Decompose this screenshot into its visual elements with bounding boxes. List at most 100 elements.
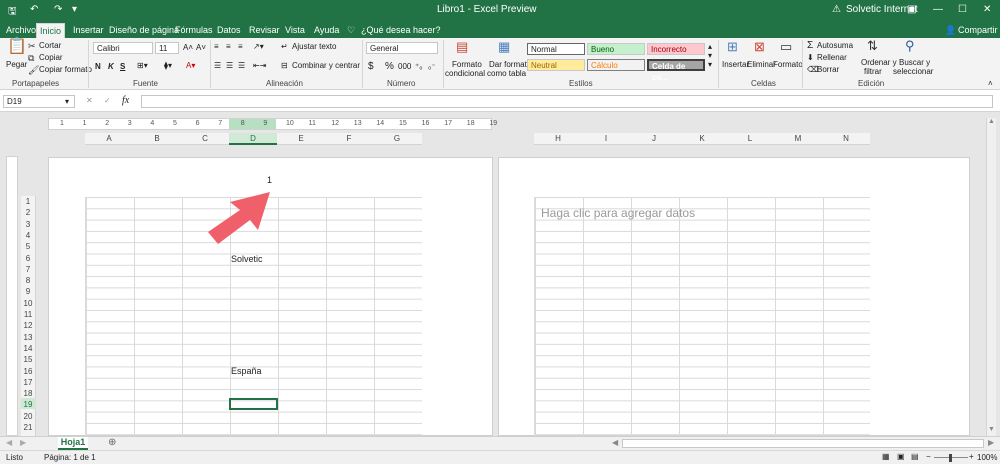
tab-inicio[interactable]: Inicio [36, 23, 66, 38]
redo-icon[interactable]: ↷ [54, 4, 62, 15]
maximize-button[interactable]: ☐ [958, 4, 967, 15]
page-break-view-icon[interactable]: ▤ [911, 452, 919, 461]
align-center-icon[interactable]: ☰ [226, 61, 233, 70]
minimize-button[interactable]: — [933, 4, 943, 15]
zoom-level[interactable]: 100% [977, 453, 997, 462]
row-header-20[interactable]: 20 [21, 412, 35, 421]
find-select-button-2[interactable]: seleccionar [893, 67, 933, 76]
tab-archivo[interactable]: Archivo [3, 23, 39, 38]
wrap-text-button[interactable]: Ajustar texto [292, 42, 336, 51]
column-header-g[interactable]: G [373, 133, 421, 145]
align-top-icon[interactable]: ≡ [214, 42, 219, 51]
decrease-decimal-icon[interactable]: ₀⁻ [428, 62, 436, 71]
comma-button[interactable]: 000 [398, 62, 411, 71]
row-header-15[interactable]: 15 [21, 355, 35, 364]
cut-button[interactable]: Cortar [39, 41, 61, 50]
page-layout-view-icon[interactable]: ▣ [897, 452, 905, 461]
save-icon[interactable]: 🖫 [8, 4, 17, 21]
column-header-j[interactable]: J [630, 133, 678, 145]
column-header-m[interactable]: M [774, 133, 822, 145]
style-calculo[interactable]: Cálculo [587, 59, 645, 71]
undo-icon[interactable]: ↶ [30, 4, 38, 15]
insert-cells-button[interactable]: Insertar [722, 60, 749, 69]
column-header-f[interactable]: F [325, 133, 373, 145]
column-header-a[interactable]: A [85, 133, 133, 145]
column-header-h[interactable]: H [534, 133, 582, 145]
add-data-placeholder[interactable]: Haga clic para agregar datos [541, 206, 695, 220]
add-sheet-button[interactable]: ⊕ [108, 437, 116, 448]
style-neutral[interactable]: Neutral [527, 59, 585, 71]
collapse-ribbon-icon[interactable]: ˄ [988, 79, 993, 88]
row-header-10[interactable]: 10 [21, 299, 35, 308]
align-bottom-icon[interactable]: ≡ [238, 42, 243, 51]
zoom-in-icon[interactable]: + [969, 452, 974, 461]
style-incorrecto[interactable]: Incorrecto [647, 43, 705, 55]
column-header-k[interactable]: K [678, 133, 726, 145]
currency-button[interactable]: $ [368, 61, 374, 72]
column-header-c[interactable]: C [181, 133, 229, 145]
autosum-button[interactable]: Autosuma [817, 41, 853, 50]
font-name-select[interactable]: Calibri [93, 42, 153, 54]
row-header-5[interactable]: 5 [21, 242, 35, 251]
font-size-select[interactable]: 11 [155, 42, 179, 54]
increase-font-icon[interactable]: A˄ [183, 43, 193, 52]
fill-color-icon[interactable]: ⧫▾ [164, 61, 172, 70]
hscroll-right-icon[interactable]: ▶ [988, 438, 994, 447]
tab-diseno[interactable]: Diseño de página [106, 23, 182, 38]
align-left-icon[interactable]: ☰ [214, 61, 221, 70]
tell-me-search[interactable]: ¿Qué desea hacer? [358, 23, 444, 38]
column-header-l[interactable]: L [726, 133, 774, 145]
style-normal[interactable]: Normal [527, 43, 585, 55]
styles-scroll-icon[interactable]: ▴ ▾ ▾ [708, 42, 712, 69]
horizontal-scrollbar[interactable] [622, 439, 984, 448]
style-bueno[interactable]: Bueno [587, 43, 645, 55]
align-right-icon[interactable]: ☰ [238, 61, 245, 70]
column-header-i[interactable]: I [582, 133, 630, 145]
vscroll-down-icon[interactable]: ▼ [988, 426, 995, 433]
next-sheet-icon[interactable]: ▶ [20, 438, 26, 447]
format-cells-button[interactable]: Formato [773, 60, 803, 69]
percent-button[interactable]: % [385, 61, 394, 72]
row-header-3[interactable]: 3 [21, 220, 35, 229]
row-header-19[interactable]: 19 [21, 400, 35, 409]
column-header-d[interactable]: D [229, 133, 277, 145]
sort-filter-button-2[interactable]: filtrar [864, 67, 882, 76]
style-celda[interactable]: Celda de co... [647, 59, 705, 82]
tab-vista[interactable]: Vista [282, 23, 308, 38]
active-cell-d19[interactable] [229, 398, 278, 410]
ribbon-display-icon[interactable]: ▣ [907, 4, 916, 15]
tab-ayuda[interactable]: Ayuda [311, 23, 342, 38]
row-header-7[interactable]: 7 [21, 265, 35, 274]
prev-sheet-icon[interactable]: ◀ [6, 438, 12, 447]
tab-datos[interactable]: Datos [214, 23, 244, 38]
number-format-select[interactable]: General [366, 42, 438, 54]
zoom-out-icon[interactable]: − [926, 452, 931, 461]
format-table-button-2[interactable]: como tabla [487, 69, 526, 78]
quick-access-customize-icon[interactable]: ▾ [72, 4, 77, 15]
normal-view-icon[interactable]: ▦ [882, 452, 890, 461]
orientation-icon[interactable]: ↗▾ [253, 42, 264, 51]
insert-function-button[interactable]: fx [122, 95, 129, 106]
align-middle-icon[interactable]: ≡ [226, 42, 231, 51]
increase-decimal-icon[interactable]: ⁺₀ [415, 62, 423, 71]
row-header-6[interactable]: 6 [21, 254, 35, 263]
tab-insertar[interactable]: Insertar [70, 23, 107, 38]
sort-filter-button[interactable]: Ordenar y [861, 58, 897, 67]
tab-revisar[interactable]: Revisar [246, 23, 283, 38]
row-header-9[interactable]: 9 [21, 287, 35, 296]
merge-button[interactable]: Combinar y centrar [292, 61, 360, 70]
cell-d16[interactable]: España [231, 366, 262, 376]
close-button[interactable]: ✕ [983, 4, 991, 15]
row-header-21[interactable]: 21 [21, 423, 35, 432]
italic-button[interactable]: K [108, 62, 114, 71]
format-table-button[interactable]: Dar formato [489, 60, 531, 69]
bold-button[interactable]: N [95, 62, 101, 71]
row-header-18[interactable]: 18 [21, 389, 35, 398]
share-button[interactable]: Compartir [955, 23, 1000, 38]
vscroll-up-icon[interactable]: ▲ [988, 118, 995, 125]
tab-formulas[interactable]: Fórmulas [172, 23, 216, 38]
indent-icon[interactable]: ⇤⇥ [253, 61, 266, 70]
fill-button[interactable]: Rellenar [817, 53, 847, 62]
find-select-button[interactable]: Buscar y [899, 58, 930, 67]
font-color-icon[interactable]: A▾ [186, 61, 195, 70]
